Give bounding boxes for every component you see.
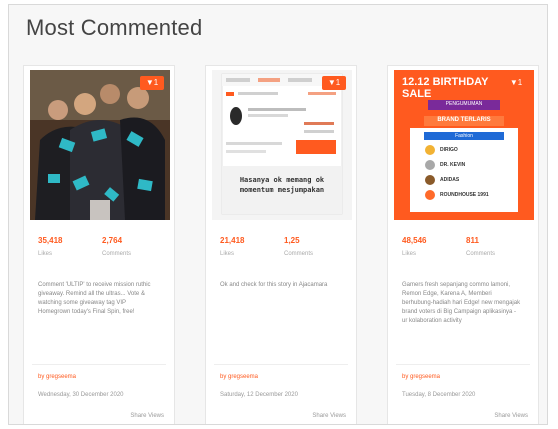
- likes-count: 48,546: [402, 236, 427, 245]
- promo-tag: PENGUMUMAN: [445, 101, 483, 107]
- divider: [32, 364, 166, 365]
- post-footer: by gregseema Tuesday, 8 December 2020 Sh…: [402, 372, 528, 424]
- comment-icon: ▼: [509, 78, 518, 87]
- likes-count: 21,418: [220, 236, 245, 245]
- post-card[interactable]: 12.12 BIRTHDAY SALE PENGUMUMAN BRAND TER…: [387, 65, 539, 424]
- post-caption: Gamers fresh sepanjang commo lamoni, Rem…: [402, 282, 521, 324]
- share-views-link[interactable]: Share Views: [494, 413, 528, 419]
- share-views-link[interactable]: Share Views: [312, 413, 346, 419]
- divider: [214, 364, 348, 365]
- likes-label: Likes: [402, 251, 417, 257]
- author-handle[interactable]: by gregseema: [402, 374, 440, 380]
- widget-title: Most Commented: [26, 15, 203, 40]
- likes-label: Likes: [220, 251, 235, 257]
- post-thumbnail[interactable]: ▼1: [30, 70, 170, 220]
- promo-category: Fashion: [455, 133, 473, 139]
- share-views-link[interactable]: Share Views: [130, 413, 164, 419]
- likes-count: 35,418: [38, 236, 63, 245]
- post-date: Saturday, 12 December 2020: [220, 392, 298, 398]
- app-screenshot-image: [212, 70, 352, 220]
- brand-item: DIRIGO: [440, 147, 458, 153]
- author-handle[interactable]: by gregseema: [220, 374, 258, 380]
- comment-count-badge: ▼1: [504, 76, 528, 90]
- comment-icon: ▼: [145, 78, 154, 87]
- post-footer: by gregseema Wednesday, 30 December 2020…: [38, 372, 164, 424]
- post-date: Tuesday, 8 December 2020: [402, 392, 476, 398]
- post-stats: 21,418 Likes 1,25 Comments: [220, 236, 350, 266]
- comment-icon: ▼: [327, 78, 336, 87]
- brand-item: ROUNDHOUSE 1991: [440, 192, 489, 198]
- comments-label: Comments: [102, 251, 132, 257]
- comments-count: 2,764: [102, 236, 123, 245]
- promo-headline: 12.12 BIRTHDAY SALE: [402, 76, 489, 100]
- comments-label: Comments: [466, 251, 496, 257]
- brand-item: ADIDAS: [440, 177, 460, 183]
- divider: [396, 364, 530, 365]
- promo-subhead: BRAND TERLARIS: [437, 117, 491, 123]
- comment-count-badge: ▼1: [322, 76, 346, 90]
- post-stats: 35,418 Likes 2,764 Comments: [38, 236, 168, 266]
- comments-label: Comments: [284, 251, 314, 257]
- post-footer: by gregseema Saturday, 12 December 2020 …: [220, 372, 346, 424]
- post-thumbnail[interactable]: Hasanya ok memang ok momentum mesjumpaka…: [212, 70, 352, 220]
- most-commented-widget: Most Commented ▼1 35,418 Likes 2,764 Com…: [8, 4, 548, 425]
- post-card[interactable]: ▼1 35,418 Likes 2,764 Comments Comment '…: [23, 65, 175, 424]
- comments-count: 811: [466, 236, 479, 245]
- group-photo-image: [30, 70, 170, 220]
- likes-label: Likes: [38, 251, 53, 257]
- post-caption: Comment 'ULTIP' to receive mission ruthi…: [38, 282, 151, 315]
- post-caption: Ok and check for this story in Ajacamara: [220, 282, 328, 288]
- comment-count-badge: ▼1: [140, 76, 164, 90]
- author-handle[interactable]: by gregseema: [38, 374, 76, 380]
- post-card[interactable]: Hasanya ok memang ok momentum mesjumpaka…: [205, 65, 357, 424]
- comments-count: 1,25: [284, 236, 300, 245]
- brand-item: DR. KEVIN: [440, 162, 466, 168]
- post-date: Wednesday, 30 December 2020: [38, 392, 124, 398]
- screenshot-caption: Hasanya ok memang ok momentum mesjumpaka…: [239, 176, 325, 194]
- post-stats: 48,546 Likes 811 Comments: [402, 236, 532, 266]
- post-thumbnail[interactable]: 12.12 BIRTHDAY SALE PENGUMUMAN BRAND TER…: [394, 70, 534, 220]
